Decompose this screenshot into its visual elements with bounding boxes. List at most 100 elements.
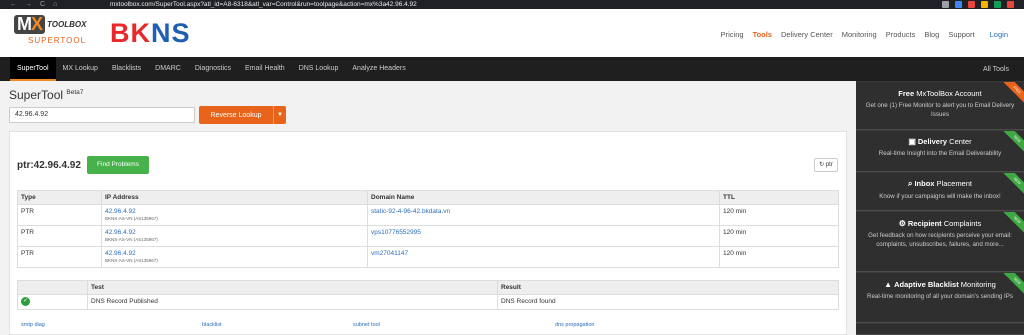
promo-head: ▲ Adaptive Blacklist Monitoring	[884, 280, 996, 289]
tab-dmarc[interactable]: DMARC	[148, 57, 188, 81]
tab-email-health[interactable]: Email Health	[238, 57, 292, 81]
top-nav: Pricing Tools Delivery Center Monitoring…	[721, 30, 1008, 39]
ip-link[interactable]: 42.96.4.92	[105, 250, 136, 257]
promo-adaptive-blacklist[interactable]: NEW ▲ Adaptive Blacklist Monitoring Real-…	[856, 273, 1024, 323]
cell-status: ✓	[17, 294, 88, 310]
test-results-table: Test Result ✓ DNS Record Published DNS R…	[17, 280, 839, 310]
col-result: Result	[497, 280, 839, 295]
cell-ip: 42.96.4.92 BKNS-AS-VN (AS135967)	[101, 225, 368, 247]
ptr-records-table: Type IP Address Domain Name TTL PTR 42.9…	[17, 190, 839, 268]
back-icon[interactable]: ←	[10, 1, 17, 8]
promo-head: Free MxToolBox Account	[898, 89, 982, 98]
results-panel: ptr:42.96.4.92 Find Problems ↻ ptr Type …	[9, 131, 847, 335]
login-link[interactable]: Login	[990, 30, 1008, 39]
tab-analyze-headers[interactable]: Analyze Headers	[345, 57, 412, 81]
cell-ip: 42.96.4.92 BKNS-AS-VN (AS135967)	[101, 246, 368, 268]
promo-head: ⌕ Inbox Placement	[907, 179, 972, 188]
tab-dns-lookup[interactable]: DNS Lookup	[292, 57, 346, 81]
check-icon: ✓	[21, 296, 30, 306]
promo-desc: Real-time Insight into the Email Deliver…	[878, 150, 1002, 157]
reload-icon[interactable]: C	[40, 1, 45, 8]
extension-icon[interactable]	[968, 1, 975, 8]
nav-products[interactable]: Products	[886, 30, 916, 39]
promo-head: ▣ Delivery Center	[908, 137, 972, 146]
domain-link[interactable]: vm27041147	[371, 250, 408, 257]
extension-icon[interactable]	[981, 1, 988, 8]
promo-recipient-complaints[interactable]: NEW ⚙ Recipient Complaints Get feedback o…	[856, 212, 1024, 272]
extension-icon[interactable]	[994, 1, 1001, 8]
refresh-icon: ↻	[819, 162, 825, 168]
all-tools-link[interactable]: All Tools	[983, 66, 1024, 73]
warning-icon: ▲	[884, 280, 893, 289]
address-bar[interactable]: mxtoolbox.com/SuperTool.aspx?atl_id=A8-6…	[110, 1, 942, 8]
col-type: Type	[17, 190, 102, 205]
star-icon[interactable]	[942, 1, 949, 8]
profile-icon[interactable]	[1007, 1, 1014, 8]
table-header-row: Test Result	[17, 280, 839, 295]
main-content: SuperTool Beta7 42.96.4.92 Reverse Looku…	[0, 81, 856, 335]
refresh-ptr-button[interactable]: ↻ ptr	[814, 158, 838, 172]
nav-delivery-center[interactable]: Delivery Center	[781, 30, 833, 39]
promo-delivery-center[interactable]: NEW ▣ Delivery Center Real-time Insight i…	[856, 131, 1024, 172]
toolbox-text: TOOLBOX	[47, 20, 87, 29]
link-smtp-diag[interactable]: smtp diag	[21, 322, 45, 328]
nav-tools[interactable]: Tools	[753, 30, 772, 39]
gear-icon: ⚙	[898, 219, 906, 228]
bkns-logo[interactable]: BKNS	[110, 19, 191, 47]
tab-supertool[interactable]: SuperTool	[10, 57, 56, 81]
col-domain: Domain Name	[367, 190, 720, 205]
browser-toolbar: ← → C ⌂ mxtoolbox.com/SuperTool.aspx?atl…	[0, 0, 1024, 9]
cell-ip: 42.96.4.92 BKNS-AS-VN (AS135967)	[101, 204, 368, 226]
reverse-lookup-button[interactable]: Reverse Lookup ▼	[199, 106, 286, 124]
cell-domain: static-92-4-96-42.bkdata.vn	[367, 204, 720, 226]
link-subnet-tool[interactable]: subnet tool	[353, 322, 380, 328]
tools-nav: SuperTool MX Lookup Blacklists DMARC Dia…	[0, 57, 1024, 81]
tab-mx-lookup[interactable]: MX Lookup	[56, 57, 105, 81]
link-blacklist[interactable]: blacklist	[202, 322, 222, 328]
promo-inbox-placement[interactable]: NEW ⌕ Inbox Placement Know if your campai…	[856, 173, 1024, 211]
ip-link[interactable]: 42.96.4.92	[105, 229, 136, 236]
col-ip: IP Address	[101, 190, 368, 205]
ip-link[interactable]: 42.96.4.92	[105, 208, 136, 215]
asn-text: BKNS-AS-VN (AS135967)	[105, 237, 158, 242]
cell-type: PTR	[17, 246, 102, 268]
nav-support[interactable]: Support	[948, 30, 974, 39]
nav-pricing[interactable]: Pricing	[721, 30, 744, 39]
page-title: SuperTool Beta7	[9, 88, 84, 102]
promo-desc: Know if your campaigns will make the inb…	[879, 193, 1001, 200]
extension-icon[interactable]	[955, 1, 962, 8]
cell-domain: vm27041147	[367, 246, 720, 268]
domain-link[interactable]: vps10776552995	[371, 229, 421, 236]
nav-monitoring[interactable]: Monitoring	[842, 30, 877, 39]
supertool-text: SUPERTOOL	[28, 36, 87, 45]
cell-ttl: 120 min	[719, 225, 839, 247]
site-header: MX TOOLBOX SUPERTOOL BKNS Pricing Tools …	[0, 9, 1024, 55]
cell-domain: vps10776552995	[367, 225, 720, 247]
tab-diagnostics[interactable]: Diagnostics	[188, 57, 238, 81]
promo-free-account[interactable]: FREE Free MxToolBox Account Get one (1) …	[856, 82, 1024, 130]
home-icon[interactable]: ⌂	[53, 1, 57, 8]
link-dns-propagation[interactable]: dns propagation	[555, 322, 594, 328]
col-ttl: TTL	[719, 190, 839, 205]
search-input[interactable]: 42.96.4.92	[9, 107, 195, 123]
related-links: smtp diag blacklist subnet tool dns prop…	[19, 322, 841, 332]
promo-next[interactable]	[856, 324, 1024, 335]
table-header-row: Type IP Address Domain Name TTL	[17, 190, 839, 205]
table-row: PTR 42.96.4.92 BKNS-AS-VN (AS135967) vps1…	[17, 225, 839, 247]
mx-badge: MX	[14, 15, 46, 34]
chevron-down-icon[interactable]: ▼	[273, 106, 286, 124]
domain-link[interactable]: static-92-4-96-42.bkdata.vn	[371, 208, 450, 215]
nav-blog[interactable]: Blog	[924, 30, 939, 39]
find-problems-button[interactable]: Find Problems	[87, 156, 149, 174]
table-row: PTR 42.96.4.92 BKNS-AS-VN (AS135967) stat…	[17, 204, 839, 226]
promo-desc: Get one (1) Free Monitor to alert you to…	[865, 102, 1015, 118]
tab-blacklists[interactable]: Blacklists	[105, 57, 148, 81]
forward-icon[interactable]: →	[25, 1, 32, 8]
col-test: Test	[87, 280, 498, 295]
search-icon: ⌕	[907, 179, 913, 188]
mxtoolbox-logo[interactable]: MX TOOLBOX SUPERTOOL	[14, 15, 104, 49]
extension-icons	[942, 1, 1024, 8]
promo-sidebar: FREE Free MxToolBox Account Get one (1) …	[856, 81, 1024, 335]
reverse-lookup-label: Reverse Lookup	[210, 111, 262, 119]
cell-test: DNS Record Published	[87, 294, 498, 310]
